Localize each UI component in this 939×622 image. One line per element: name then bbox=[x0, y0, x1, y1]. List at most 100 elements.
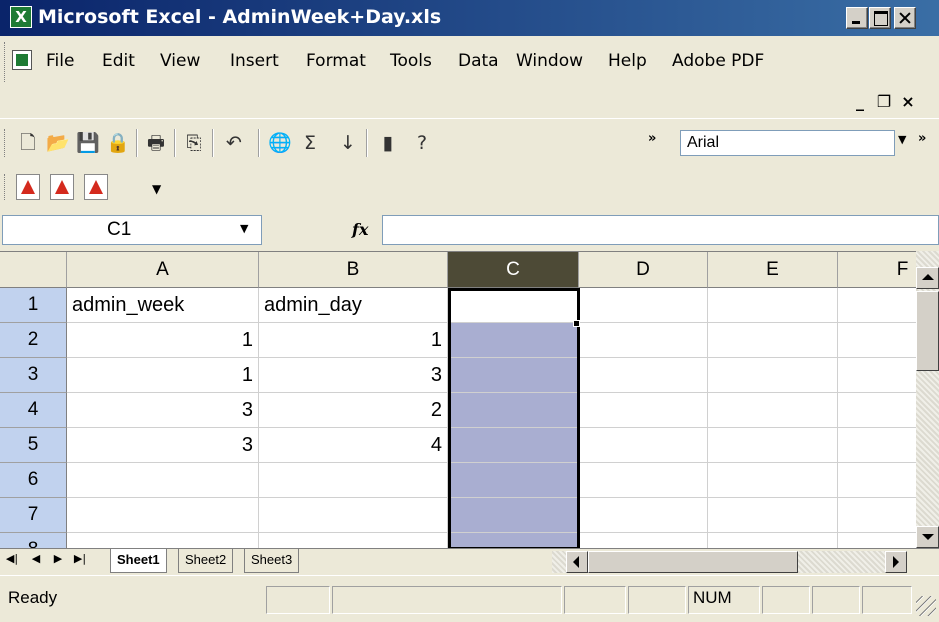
sort-ascending-icon[interactable]: ↓ bbox=[336, 131, 360, 155]
cell-e6[interactable] bbox=[708, 463, 838, 498]
cell-e4[interactable] bbox=[708, 393, 838, 428]
convert-and-email-pdf-icon[interactable] bbox=[50, 174, 74, 200]
cell-a5[interactable]: 3 bbox=[67, 428, 259, 463]
prev-sheet-icon[interactable]: ◀ bbox=[26, 552, 46, 565]
scroll-down-button[interactable] bbox=[916, 526, 939, 548]
cell-f2[interactable] bbox=[838, 323, 916, 358]
save-icon[interactable]: 💾 bbox=[76, 131, 100, 155]
cell-f1[interactable] bbox=[838, 288, 916, 323]
close-button[interactable] bbox=[894, 7, 916, 29]
scroll-up-button[interactable] bbox=[916, 267, 939, 289]
menu-window[interactable]: Window bbox=[516, 50, 583, 72]
select-all-corner[interactable] bbox=[0, 252, 67, 288]
vertical-scrollbar[interactable] bbox=[916, 251, 939, 548]
scroll-left-button[interactable] bbox=[566, 551, 588, 573]
menu-tools[interactable]: Tools bbox=[390, 50, 432, 72]
print-icon[interactable]: 🖶 bbox=[144, 131, 168, 155]
cell-f5[interactable] bbox=[838, 428, 916, 463]
row-header[interactable]: 6 bbox=[0, 463, 67, 498]
menu-format[interactable]: Format bbox=[306, 50, 366, 72]
font-dropdown-arrow-icon[interactable]: ▼ bbox=[898, 133, 906, 146]
cell-b7[interactable] bbox=[259, 498, 448, 533]
menu-help[interactable]: Help bbox=[608, 50, 647, 72]
menu-edit[interactable]: Edit bbox=[102, 50, 135, 72]
cell-f6[interactable] bbox=[838, 463, 916, 498]
help-icon[interactable]: ? bbox=[410, 131, 434, 155]
column-header-e[interactable]: E bbox=[708, 252, 838, 288]
cell-f3[interactable] bbox=[838, 358, 916, 393]
cell-a7[interactable] bbox=[67, 498, 259, 533]
permission-icon[interactable]: 🔒 bbox=[106, 131, 130, 155]
excel-app-icon[interactable]: X bbox=[10, 6, 32, 28]
row-header[interactable]: 3 bbox=[0, 358, 67, 393]
worksheet-grid[interactable]: A B C D E F 1 admin_week admin_day 2 1 1… bbox=[0, 251, 916, 548]
cell-d6[interactable] bbox=[579, 463, 708, 498]
convert-and-review-pdf-icon[interactable] bbox=[84, 174, 108, 200]
tab-sheet3[interactable]: Sheet3 bbox=[244, 549, 300, 573]
cell-f8[interactable] bbox=[838, 533, 916, 548]
tab-sheet2[interactable]: Sheet2 bbox=[178, 549, 234, 573]
pdf-toolbar-grip-handle[interactable] bbox=[4, 174, 7, 200]
name-box-dropdown-icon[interactable]: ▼ bbox=[240, 222, 248, 235]
menu-data[interactable]: Data bbox=[458, 50, 499, 72]
pdf-toolbar-dropdown-icon[interactable]: ▼ bbox=[152, 182, 161, 196]
name-box[interactable]: C1 bbox=[2, 215, 262, 245]
cell-d1[interactable] bbox=[579, 288, 708, 323]
toolbar-grip-handle[interactable] bbox=[4, 129, 7, 157]
workbook-close-button[interactable]: × bbox=[898, 92, 918, 111]
undo-icon[interactable]: ↶ bbox=[222, 131, 246, 155]
cell-f7[interactable] bbox=[838, 498, 916, 533]
cell-d5[interactable] bbox=[579, 428, 708, 463]
open-icon[interactable]: 📂 bbox=[46, 131, 70, 155]
menu-insert[interactable]: Insert bbox=[230, 50, 279, 72]
cell-e1[interactable] bbox=[708, 288, 838, 323]
workbook-icon[interactable] bbox=[12, 50, 32, 70]
last-sheet-icon[interactable]: ▶| bbox=[70, 552, 90, 565]
maximize-button[interactable] bbox=[869, 7, 891, 29]
cell-d8[interactable] bbox=[579, 533, 708, 548]
fill-handle[interactable] bbox=[573, 320, 580, 327]
title-bar[interactable]: X Microsoft Excel - AdminWeek+Day.xls bbox=[0, 0, 939, 36]
cell-b4[interactable]: 2 bbox=[259, 393, 448, 428]
row-header[interactable]: 4 bbox=[0, 393, 67, 428]
tab-sheet1[interactable]: Sheet1 bbox=[110, 549, 167, 573]
column-header-c[interactable]: C bbox=[448, 252, 579, 288]
formatting-toolbar-options-chevron[interactable]: » bbox=[918, 131, 926, 146]
font-name-field[interactable]: Arial bbox=[680, 130, 895, 156]
cell-d7[interactable] bbox=[579, 498, 708, 533]
row-header[interactable]: 8 bbox=[0, 533, 67, 548]
cell-e3[interactable] bbox=[708, 358, 838, 393]
scroll-right-button[interactable] bbox=[885, 551, 907, 573]
cell-a8[interactable] bbox=[67, 533, 259, 548]
cell-b6[interactable] bbox=[259, 463, 448, 498]
cell-d4[interactable] bbox=[579, 393, 708, 428]
chart-wizard-icon[interactable]: ▮ bbox=[376, 131, 400, 155]
menu-adobe-pdf[interactable]: Adobe PDF bbox=[672, 50, 764, 72]
cell-e2[interactable] bbox=[708, 323, 838, 358]
cell-b5[interactable]: 4 bbox=[259, 428, 448, 463]
column-header-d[interactable]: D bbox=[579, 252, 708, 288]
toolbar-options-chevron[interactable]: » bbox=[648, 131, 656, 146]
hyperlink-icon[interactable]: 🌐 bbox=[268, 131, 292, 155]
cell-e7[interactable] bbox=[708, 498, 838, 533]
cell-b1[interactable]: admin_day bbox=[259, 288, 448, 323]
cell-f4[interactable] bbox=[838, 393, 916, 428]
workbook-restore-button[interactable]: ❐ bbox=[874, 92, 894, 111]
column-header-a[interactable]: A bbox=[67, 252, 259, 288]
formula-input[interactable] bbox=[382, 215, 939, 245]
row-header[interactable]: 7 bbox=[0, 498, 67, 533]
workbook-minimize-button[interactable]: _ bbox=[850, 92, 870, 111]
cell-e8[interactable] bbox=[708, 533, 838, 548]
autosum-icon[interactable]: Σ bbox=[298, 131, 322, 155]
vertical-scroll-thumb[interactable] bbox=[916, 291, 939, 371]
cell-b3[interactable]: 3 bbox=[259, 358, 448, 393]
menu-grip-handle[interactable] bbox=[4, 42, 7, 82]
resize-grip-icon[interactable] bbox=[916, 596, 936, 616]
menu-view[interactable]: View bbox=[160, 50, 200, 72]
cell-a1[interactable]: admin_week bbox=[67, 288, 259, 323]
next-sheet-icon[interactable]: ▶ bbox=[48, 552, 68, 565]
horizontal-scrollbar[interactable] bbox=[552, 551, 907, 573]
cell-e5[interactable] bbox=[708, 428, 838, 463]
cell-b8[interactable] bbox=[259, 533, 448, 548]
cell-a3[interactable]: 1 bbox=[67, 358, 259, 393]
